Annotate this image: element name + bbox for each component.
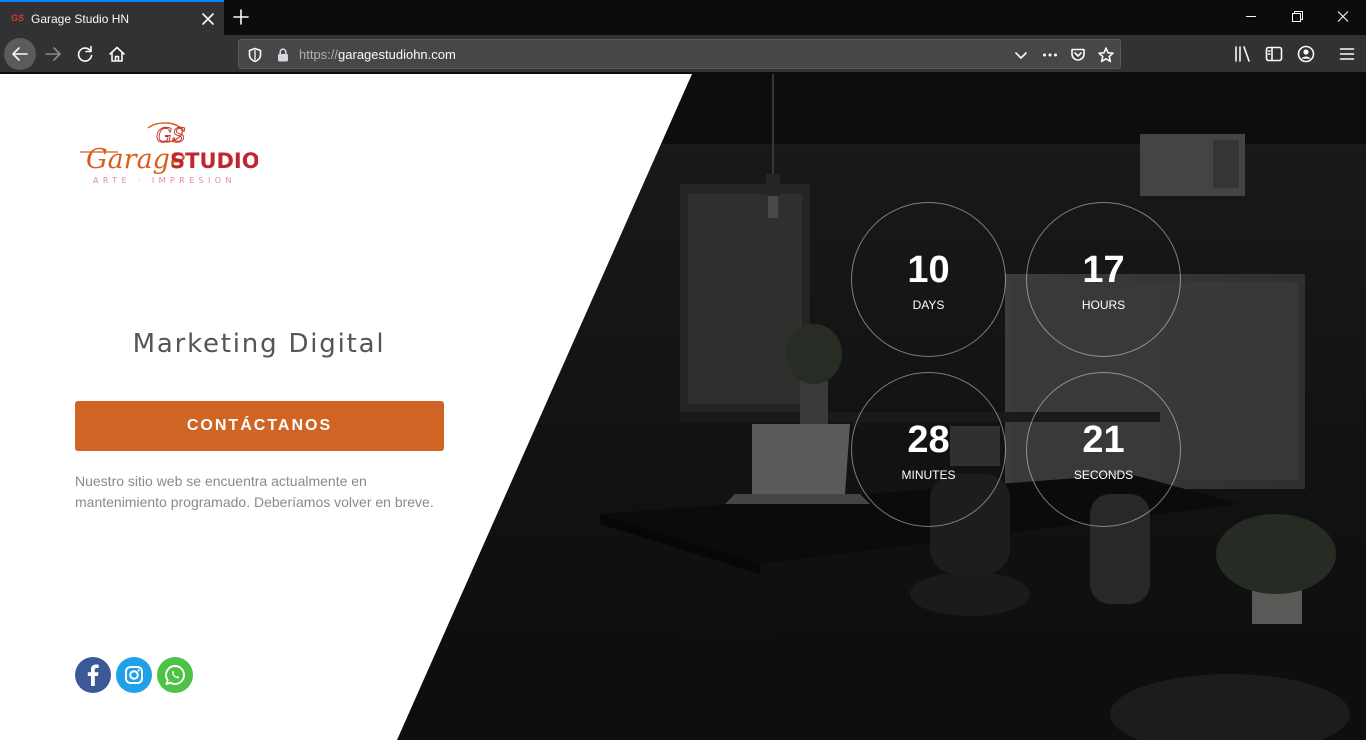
seconds-label: SECONDS [1073, 468, 1134, 482]
pocket-icon[interactable] [1069, 46, 1087, 64]
lock-icon[interactable] [274, 46, 292, 64]
home-icon[interactable] [101, 38, 133, 70]
ellipsis-icon[interactable] [1041, 46, 1059, 64]
window-close-icon[interactable] [1320, 0, 1366, 33]
hamburger-icon[interactable] [1337, 44, 1357, 64]
svg-text:STUDIO: STUDIO [170, 149, 258, 173]
days-label: DAYS [912, 298, 945, 312]
tab-title: Garage Studio HN [31, 12, 130, 26]
seconds-value: 21 [1082, 419, 1125, 461]
countdown-seconds: 21 SECONDS [1026, 372, 1181, 527]
url-text[interactable]: https://garagestudiohn.com [299, 47, 456, 63]
hours-value: 17 [1082, 249, 1125, 291]
plus-icon[interactable] [229, 5, 253, 29]
page-tagline: Marketing Digital [132, 329, 386, 359]
contact-button[interactable]: CONTÁCTANOS [75, 401, 444, 451]
maintenance-notice: Nuestro sitio web se encuentra actualmen… [75, 473, 434, 510]
minimize-icon[interactable] [1228, 0, 1274, 33]
star-icon[interactable] [1097, 46, 1115, 64]
countdown-minutes: 28 MINUTES [851, 372, 1006, 527]
arrow-left-icon[interactable] [4, 38, 36, 70]
garage-studio-logo: GS Garage STUDIO ARTE · IMPRESION [80, 122, 258, 185]
address-bar[interactable]: https://garagestudiohn.com [238, 39, 1121, 69]
account-icon[interactable] [1296, 44, 1316, 64]
tab-strip: GS Garage Studio HN [0, 0, 1366, 35]
sidebar-icon[interactable] [1264, 44, 1284, 64]
instagram-icon [125, 666, 143, 684]
whatsapp-link[interactable] [157, 657, 193, 693]
library-icon[interactable] [1232, 44, 1252, 64]
site-favicon-icon: GS [11, 13, 25, 23]
instagram-link[interactable] [116, 657, 152, 693]
shield-icon[interactable] [246, 46, 264, 64]
tab-active[interactable]: GS Garage Studio HN [0, 0, 224, 35]
reload-icon[interactable] [69, 38, 101, 70]
days-value: 10 [907, 249, 950, 291]
svg-text:ARTE · IMPRESION: ARTE · IMPRESION [93, 176, 236, 185]
countdown-hours: 17 HOURS [1026, 202, 1181, 357]
arrow-right-icon[interactable] [37, 38, 69, 70]
restore-icon[interactable] [1274, 0, 1320, 33]
minutes-value: 28 [907, 419, 950, 461]
url-host: garagestudiohn.com [338, 47, 456, 62]
facebook-icon [87, 664, 99, 686]
url-protocol: https:// [299, 47, 339, 62]
hours-label: HOURS [1081, 298, 1126, 312]
facebook-link[interactable] [75, 657, 111, 693]
web-page: GS Garage STUDIO ARTE · IMPRESION Market… [0, 74, 1366, 740]
close-icon[interactable] [198, 9, 218, 29]
chevron-down-icon[interactable] [1012, 46, 1030, 64]
minutes-label: MINUTES [901, 468, 956, 482]
navigation-toolbar: https://garagestudiohn.com [0, 35, 1366, 73]
countdown-days: 10 DAYS [851, 202, 1006, 357]
whatsapp-icon [165, 665, 185, 685]
